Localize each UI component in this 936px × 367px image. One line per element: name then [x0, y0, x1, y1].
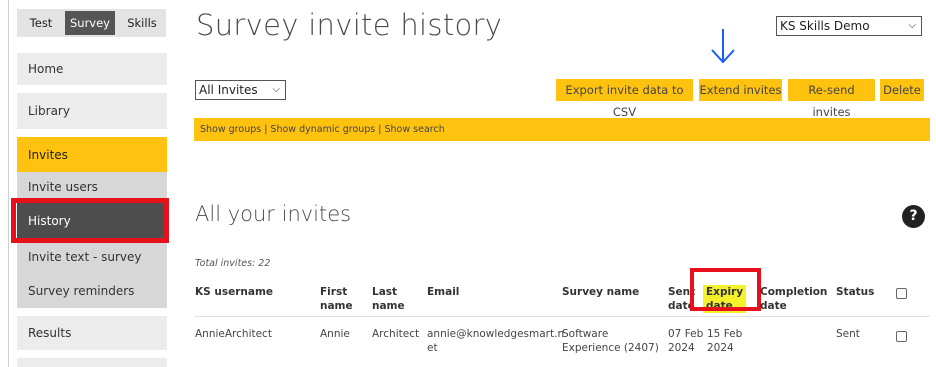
cell-sent-line1: 07 Feb	[668, 328, 704, 340]
tab-skills[interactable]: Skills	[121, 11, 163, 35]
col-header-completion-date[interactable]: Completion date	[760, 285, 827, 313]
col-header-completion-line2: date	[760, 300, 787, 312]
product-tabs: Test Survey Skills	[17, 9, 166, 37]
expiry-highlight-box	[690, 268, 761, 311]
account-select-value: KS Skills Demo	[780, 19, 870, 33]
cell-email-line1: annie@knowledgesmart.n	[427, 328, 565, 340]
cell-sent-line2: 2024	[668, 342, 695, 354]
select-all-checkbox[interactable]	[896, 288, 907, 299]
col-header-status[interactable]: Status	[836, 285, 874, 299]
nav-invite-text-survey[interactable]: Invite text - survey	[17, 239, 167, 274]
col-header-survey-name[interactable]: Survey name	[562, 285, 639, 299]
delete-button[interactable]: Delete	[880, 79, 924, 101]
row-select-checkbox[interactable]	[896, 331, 907, 342]
sidebar: Test Survey Skills Home Library Invites …	[0, 0, 172, 367]
total-invites: Total invites: 22	[195, 258, 271, 269]
down-arrow-annotation-icon	[711, 29, 735, 64]
section-title: All your invites	[195, 202, 352, 226]
tab-survey[interactable]: Survey	[65, 11, 115, 35]
cell-survey-line2: Experience (2407)	[562, 342, 659, 354]
export-csv-button[interactable]: Export invite data to CSV	[556, 79, 693, 119]
cell-email: annie@knowledgesmart.n et	[427, 327, 564, 355]
col-header-last-name[interactable]: Last name	[372, 285, 405, 313]
page-title: Survey invite history	[196, 8, 503, 42]
nav-next-item[interactable]	[17, 358, 167, 367]
cell-first-name: Annie	[320, 328, 350, 340]
help-icon[interactable]: ?	[902, 205, 925, 228]
extend-invites-button[interactable]: Extend invites	[699, 79, 782, 101]
nav-survey-reminders[interactable]: Survey reminders	[17, 274, 167, 308]
account-select[interactable]: KS Skills Demo ⌵	[776, 16, 922, 36]
nav-home[interactable]: Home	[17, 53, 167, 85]
col-header-email[interactable]: Email	[427, 285, 459, 299]
col-header-first-name[interactable]: First name	[320, 285, 353, 313]
cell-survey-name: Software Experience (2407)	[562, 327, 659, 355]
col-header-last-line1: Last	[372, 286, 398, 298]
table-header-divider	[194, 316, 930, 317]
col-header-first-line1: First	[320, 286, 348, 298]
col-header-username[interactable]: KS username	[195, 285, 273, 299]
cell-last-name: Architect	[372, 328, 420, 340]
filter-links-bar[interactable]: Show groups | Show dynamic groups | Show…	[194, 118, 930, 141]
tab-test[interactable]: Test	[23, 11, 59, 35]
nav-invites[interactable]: Invites	[17, 137, 167, 172]
invite-filter-select[interactable]: All Invites ⌵	[195, 80, 286, 100]
col-header-first-line2: name	[320, 300, 353, 312]
history-highlight-box	[11, 198, 169, 243]
col-header-last-line2: name	[372, 300, 405, 312]
nav-library[interactable]: Library	[17, 93, 167, 129]
cell-expiry-date: 15 Feb 2024	[707, 327, 742, 355]
cell-email-line2: et	[427, 342, 438, 354]
cell-status: Sent	[836, 328, 860, 340]
cell-expiry-line1: 15 Feb	[707, 328, 743, 340]
invite-filter-value: All Invites	[199, 83, 258, 97]
chevron-down-icon: ⌵	[272, 84, 280, 95]
col-header-completion-line1: Completion	[760, 286, 828, 298]
nav-results[interactable]: Results	[17, 316, 167, 350]
resend-invites-button[interactable]: Re-send invites	[788, 79, 875, 119]
cell-expiry-line2: 2024	[707, 342, 734, 354]
cell-sent-date: 07 Feb 2024	[668, 327, 703, 355]
cell-username: AnnieArchitect	[195, 328, 272, 340]
chevron-down-icon: ⌵	[908, 20, 916, 31]
sidebar-border	[8, 0, 9, 367]
cell-survey-line1: Software	[562, 328, 609, 340]
